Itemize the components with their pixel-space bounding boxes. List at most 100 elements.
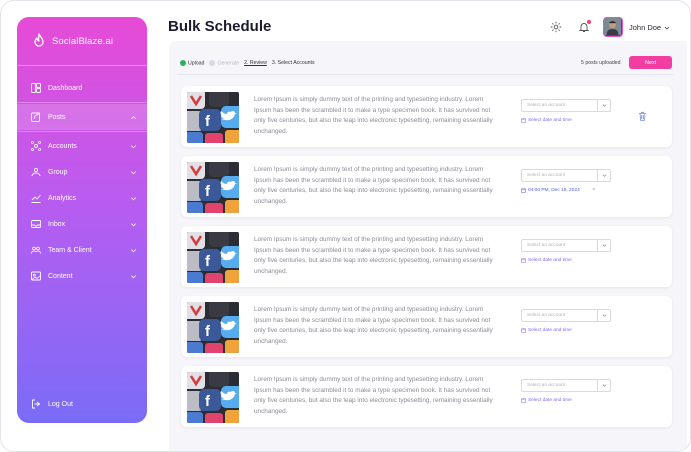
account-select[interactable]: Select an account — [521, 239, 611, 252]
post-card: f Lorem Ipsum is simply dummy text of th… — [181, 86, 672, 147]
next-button[interactable]: Next — [629, 56, 672, 69]
team-icon — [31, 245, 41, 255]
dashboard-icon — [31, 83, 41, 93]
brand[interactable]: SocialBlaze.ai — [31, 29, 113, 53]
logout-icon — [32, 399, 41, 409]
account-select-placeholder: Select an account — [527, 173, 566, 178]
accounts-icon — [31, 141, 41, 151]
divider — [17, 131, 147, 132]
calendar-icon — [521, 328, 526, 333]
date-text: Select date and time — [528, 398, 572, 403]
sidebar-item-inbox[interactable]: Inbox — [17, 211, 147, 237]
logout-label: Log Out — [48, 400, 73, 408]
post-caption[interactable]: Lorem Ipsum is simply dummy text of the … — [254, 305, 500, 347]
post-thumbnail[interactable]: f — [187, 162, 239, 213]
settings-button[interactable] — [549, 20, 563, 34]
sidebar-item-label: Team & Client — [48, 246, 92, 254]
sidebar-item-group[interactable]: Group — [17, 159, 147, 185]
sidebar-item-label: Dashboard — [48, 84, 83, 92]
check-icon — [180, 60, 186, 66]
date-text: 04:00 PM, Dec 19, 2024 — [528, 188, 580, 193]
avatar[interactable] — [603, 17, 623, 37]
post-thumbnail[interactable]: f — [187, 372, 239, 423]
post-caption[interactable]: Lorem Ipsum is simply dummy text of the … — [254, 375, 500, 417]
sidebar-item-content[interactable]: Content — [17, 263, 147, 289]
sidebar: SocialBlaze.ai Dashboard Posts Accounts — [17, 17, 147, 423]
logout-button[interactable]: Log Out — [31, 399, 73, 409]
trash-icon — [639, 111, 646, 121]
divider — [17, 102, 147, 103]
divider — [177, 74, 673, 75]
content-icon — [31, 271, 41, 281]
chevron-down-icon — [131, 144, 136, 148]
post-thumbnail[interactable]: f — [187, 92, 239, 143]
step-generate: Generate — [209, 60, 239, 66]
sidebar-item-dashboard[interactable]: Dashboard — [17, 75, 147, 101]
sidebar-item-label: Analytics — [48, 194, 77, 202]
social-apps-image: f — [187, 372, 239, 423]
app-window: SocialBlaze.ai Dashboard Posts Accounts — [0, 0, 691, 452]
chevron-down-icon — [131, 222, 136, 226]
post-thumbnail[interactable]: f — [187, 302, 239, 353]
chevron-down-icon — [597, 100, 610, 111]
posts-icon — [31, 112, 41, 122]
post-card: f Lorem Ipsum is simply dummy text of th… — [181, 366, 672, 427]
post-caption[interactable]: Lorem Ipsum is simply dummy text of the … — [254, 165, 500, 207]
notification-dot — [587, 20, 591, 24]
select-date-link[interactable]: Select date and time — [521, 398, 572, 403]
user-menu[interactable]: John Doe — [629, 23, 670, 32]
select-date-link[interactable]: Select date and time — [521, 118, 572, 123]
social-apps-image: f — [187, 162, 239, 213]
check-icon — [209, 60, 216, 66]
chevron-down-icon — [597, 170, 610, 181]
chevron-down-icon — [664, 26, 670, 30]
select-date-link[interactable]: Select date and time — [521, 258, 572, 263]
select-date-link[interactable]: Select date and time — [521, 328, 572, 333]
clear-date-button[interactable]: × — [592, 187, 595, 193]
stepper: Upload Generate 2. Review 3. Select Acco… — [180, 60, 315, 66]
chevron-down-icon — [131, 248, 136, 252]
step-upload[interactable]: Upload — [180, 60, 204, 66]
account-select-placeholder: Select an account — [527, 243, 566, 248]
sidebar-item-posts[interactable]: Posts — [17, 104, 147, 130]
divider — [17, 65, 147, 66]
post-thumbnail[interactable]: f — [187, 232, 239, 283]
calendar-icon — [521, 118, 526, 123]
sidebar-item-team-client[interactable]: Team & Client — [17, 237, 147, 263]
group-icon — [31, 167, 41, 177]
sidebar-item-label: Accounts — [48, 142, 77, 150]
post-card: f Lorem Ipsum is simply dummy text of th… — [181, 296, 672, 357]
account-select[interactable]: Select an account — [521, 309, 611, 322]
account-select[interactable]: Select an account — [521, 169, 611, 182]
sidebar-item-label: Content — [48, 272, 73, 280]
inbox-icon — [31, 219, 41, 229]
account-select[interactable]: Select an account — [521, 99, 611, 112]
chevron-down-icon — [597, 240, 610, 251]
account-select-placeholder: Select an account — [527, 383, 566, 388]
notifications-button[interactable] — [577, 20, 591, 34]
date-text: Select date and time — [528, 328, 572, 333]
sidebar-nav: Dashboard Posts Accounts Group Analytics… — [17, 75, 147, 289]
date-text: Select date and time — [528, 118, 572, 123]
step-review[interactable]: 2. Review — [244, 60, 267, 66]
page-title: Bulk Schedule — [168, 18, 272, 35]
scheduled-date[interactable]: 04:00 PM, Dec 19, 2024 — [521, 188, 580, 193]
post-card: f Lorem Ipsum is simply dummy text of th… — [181, 156, 672, 217]
flame-logo-icon — [34, 33, 44, 47]
sidebar-item-label: Inbox — [48, 220, 66, 228]
analytics-icon — [31, 193, 41, 203]
sidebar-item-accounts[interactable]: Accounts — [17, 133, 147, 159]
step-select-accounts[interactable]: 3. Select Accounts — [272, 60, 315, 66]
calendar-icon — [521, 188, 526, 193]
post-caption[interactable]: Lorem Ipsum is simply dummy text of the … — [254, 235, 500, 277]
post-card: f Lorem Ipsum is simply dummy text of th… — [181, 226, 672, 287]
sidebar-item-analytics[interactable]: Analytics — [17, 185, 147, 211]
post-caption[interactable]: Lorem Ipsum is simply dummy text of the … — [254, 95, 500, 137]
delete-post-button[interactable] — [638, 108, 647, 121]
account-select-placeholder: Select an account — [527, 103, 566, 108]
date-text: Select date and time — [528, 258, 572, 263]
social-apps-image: f — [187, 232, 239, 283]
account-select[interactable]: Select an account — [521, 379, 611, 392]
gear-icon — [550, 21, 562, 33]
chevron-down-icon — [131, 274, 136, 278]
